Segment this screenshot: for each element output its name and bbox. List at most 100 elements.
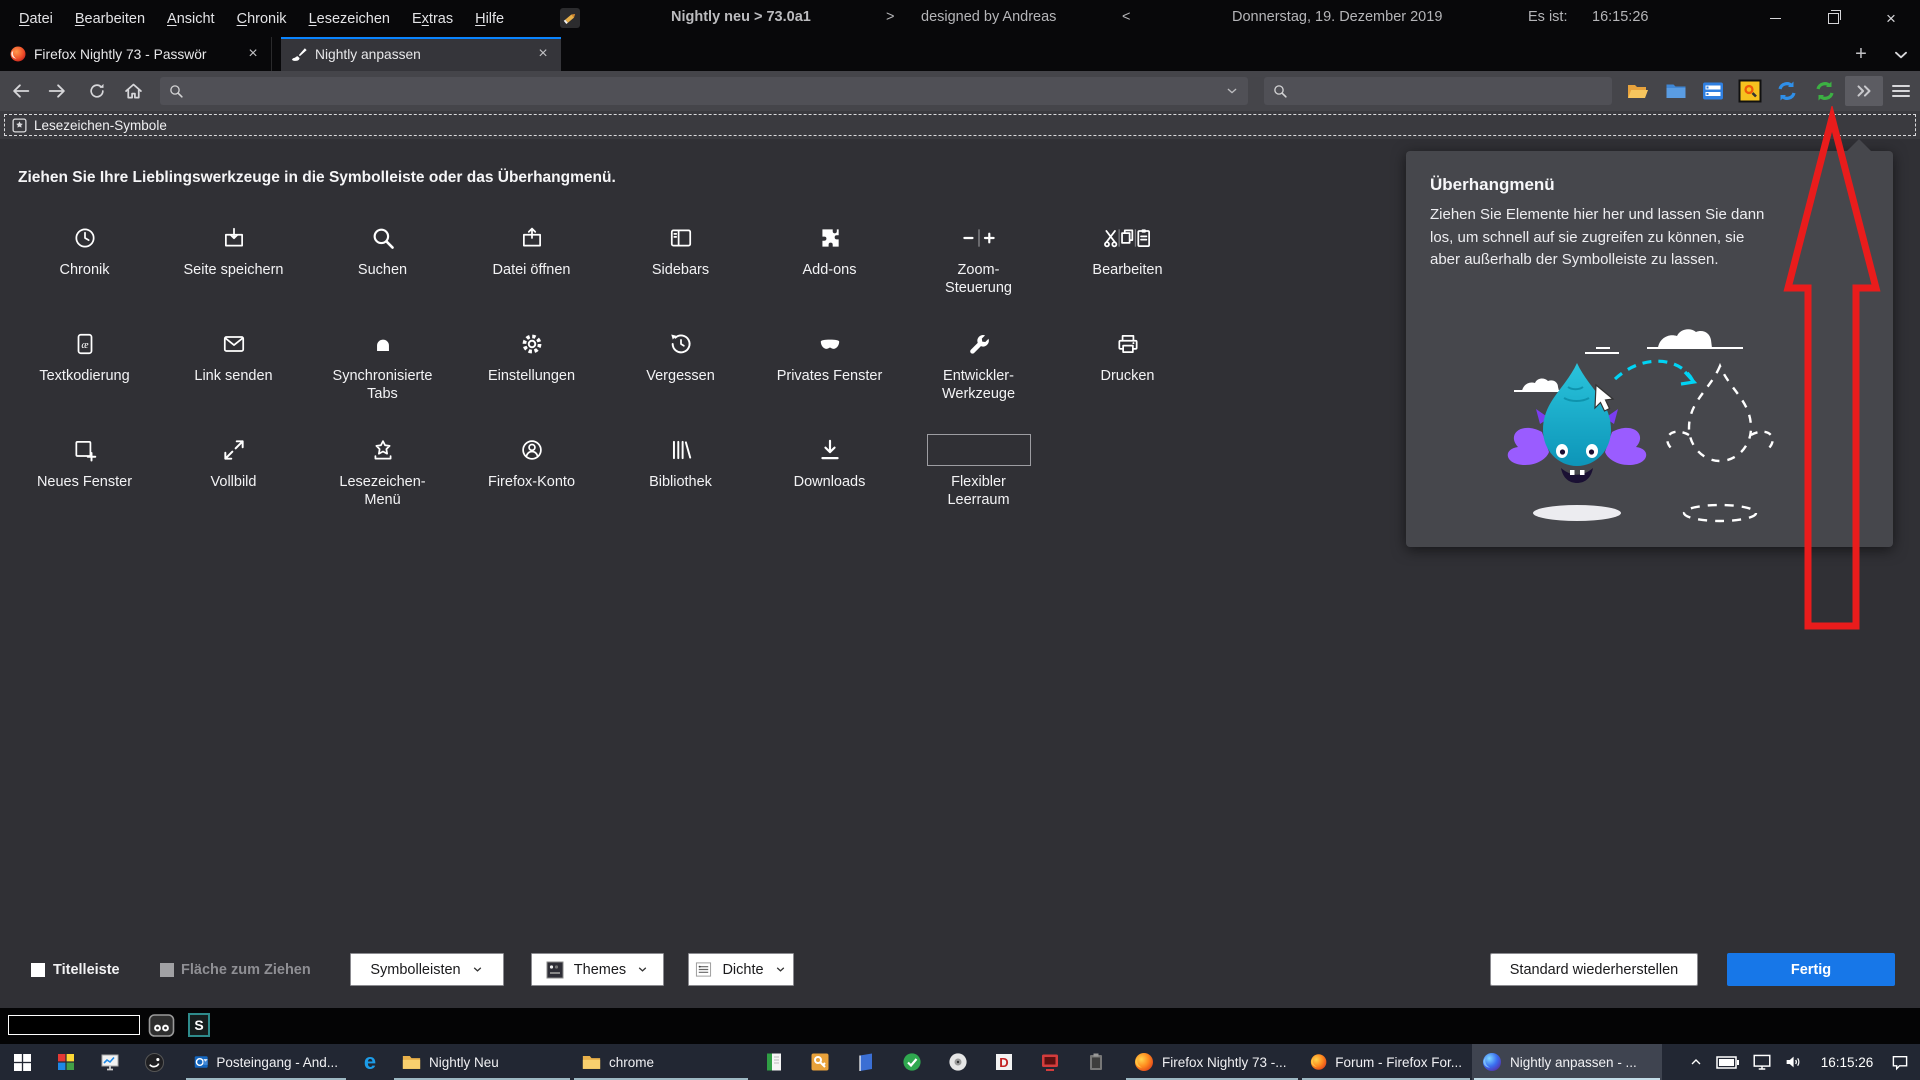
taskbar-item-nightly-anpassen-active[interactable]: Nightly anpassen - ...	[1472, 1044, 1662, 1080]
media-app-button[interactable]	[44, 1044, 88, 1080]
toolbars-dropdown[interactable]: Symbolleisten	[350, 953, 504, 986]
network-display-icon[interactable]	[1752, 1053, 1772, 1071]
menu-chronik[interactable]: Chronik	[228, 8, 296, 30]
tool-add-ons[interactable]: Add-ons	[755, 221, 904, 327]
tool-chronik[interactable]: Chronik	[10, 221, 159, 327]
tab-firefox-nightly[interactable]: Firefox Nightly 73 - Passwör ×	[0, 37, 272, 71]
tool-datei-oeffnen[interactable]: Datei öffnen	[457, 221, 606, 327]
notes-app-icon[interactable]	[764, 1052, 784, 1072]
action-center-icon[interactable]	[1890, 1053, 1910, 1072]
battery-icon[interactable]	[1716, 1053, 1740, 1071]
menu-bearbeiten[interactable]: Bearbeiten	[66, 8, 154, 30]
tool-label: Privates Fenster	[755, 367, 904, 385]
done-button[interactable]: Fertig	[1727, 953, 1895, 986]
tray-clock[interactable]: 16:15:26	[1816, 1055, 1878, 1070]
clipboard-app-icon[interactable]	[1086, 1052, 1106, 1072]
firefox-nightly-icon	[1482, 1052, 1502, 1072]
tool-textkodierung[interactable]: Textkodierung	[10, 327, 159, 433]
tool-synchronisierte-tabs[interactable]: Synchronisierte Tabs	[308, 327, 457, 433]
tool-entwickler-werkzeuge[interactable]: Entwickler- Werkzeuge	[904, 327, 1053, 433]
d-app-icon[interactable]: D	[994, 1052, 1014, 1072]
themes-dropdown[interactable]: Themes	[531, 953, 664, 986]
tool-downloads[interactable]: Downloads	[755, 433, 904, 539]
tool-vergessen[interactable]: Vergessen	[606, 327, 755, 433]
tab-close-icon[interactable]: ×	[533, 44, 553, 64]
new-tab-button[interactable]: +	[1848, 41, 1874, 67]
clock-icon	[72, 225, 98, 251]
speaker-icon[interactable]	[1784, 1053, 1804, 1071]
sync-blue-icon[interactable]	[1775, 79, 1799, 103]
tool-vollbild[interactable]: Vollbild	[159, 433, 308, 539]
menu-ansicht[interactable]: Ansicht	[158, 8, 224, 30]
bookmarks-drop-target[interactable]: Lesezeichen-Symbole	[4, 114, 1916, 136]
minimize-button[interactable]	[1746, 0, 1804, 37]
tool-firefox-konto[interactable]: Firefox-Konto	[457, 433, 606, 539]
blue-folder-icon[interactable]	[1664, 79, 1688, 103]
tab-list-window-icon[interactable]	[1701, 79, 1725, 103]
titlebar-checkbox[interactable]	[31, 963, 45, 977]
home-button[interactable]	[118, 76, 148, 106]
forward-button[interactable]	[42, 76, 72, 106]
tab-customize-active[interactable]: Nightly anpassen ×	[281, 37, 561, 71]
reload-button[interactable]	[82, 76, 112, 106]
tray-chevron-up-icon[interactable]	[1688, 1054, 1704, 1070]
tool-label: Vollbild	[159, 473, 308, 491]
restore-defaults-button[interactable]: Standard wiederherstellen	[1490, 953, 1698, 986]
orange-search-addon-icon[interactable]	[1738, 79, 1762, 103]
tool-neues-fenster[interactable]: Neues Fenster	[10, 433, 159, 539]
pencil-theme-icon	[560, 8, 580, 28]
back-button[interactable]	[6, 76, 36, 106]
overflow-menu-button[interactable]	[1845, 76, 1883, 106]
sync-green-icon[interactable]	[1813, 79, 1837, 103]
tool-privates-fenster[interactable]: Privates Fenster	[755, 327, 904, 433]
taskbar-item-edge[interactable]: e	[348, 1044, 392, 1080]
taskbar-item-firefox-forum[interactable]: Forum - Firefox For...	[1300, 1044, 1472, 1080]
taskbar-item-folder-chrome[interactable]: chrome	[572, 1044, 750, 1080]
open-folder-bookmark-icon[interactable]	[1626, 79, 1650, 103]
tool-grid: ChronikSeite speichernSuchenDatei öffnen…	[10, 221, 1204, 539]
red-terminal-icon[interactable]	[1040, 1052, 1060, 1072]
url-bar[interactable]	[160, 77, 1248, 105]
photos-app-button[interactable]	[132, 1044, 176, 1080]
tool-label: Link senden	[159, 367, 308, 385]
restore-button[interactable]	[1804, 0, 1862, 37]
disc-icon[interactable]	[948, 1052, 968, 1072]
urlbar-dropdown-chevron-icon[interactable]	[1224, 83, 1240, 99]
tool-suchen[interactable]: Suchen	[308, 221, 457, 327]
taskbar-item-folder-nightly-neu[interactable]: Nightly Neu	[392, 1044, 572, 1080]
tool-link-senden[interactable]: Link senden	[159, 327, 308, 433]
menu-extras[interactable]: Extras	[403, 8, 462, 30]
goggles-icon[interactable]	[148, 1012, 175, 1039]
taskbar-item-firefox-nightly-73[interactable]: Firefox Nightly 73 -...	[1124, 1044, 1300, 1080]
keepass-key-icon[interactable]	[810, 1052, 830, 1072]
tool-bibliothek[interactable]: Bibliothek	[606, 433, 755, 539]
tool-einstellungen[interactable]: Einstellungen	[457, 327, 606, 433]
tool-zoom-steuerung[interactable]: Zoom- Steuerung	[904, 221, 1053, 327]
close-button[interactable]: ×	[1862, 0, 1920, 37]
search-bar[interactable]	[1264, 77, 1612, 105]
dragspace-checkbox[interactable]	[160, 963, 174, 977]
blue-book-icon[interactable]	[856, 1052, 876, 1072]
tool-bearbeiten[interactable]: Bearbeiten	[1053, 221, 1202, 327]
tool-sidebars[interactable]: Sidebars	[606, 221, 755, 327]
tool-lesezeichen-menue[interactable]: Lesezeichen- Menü	[308, 433, 457, 539]
account-icon	[519, 437, 545, 463]
menu-lesezeichen[interactable]: Lesezeichen	[300, 8, 399, 30]
start-button[interactable]	[0, 1044, 44, 1080]
address-toolbar-input[interactable]	[8, 1015, 140, 1035]
hamburger-menu-icon[interactable]	[1888, 79, 1914, 103]
green-check-icon[interactable]	[902, 1052, 922, 1072]
taskbar-item-outlook[interactable]: Posteingang - And...	[184, 1044, 348, 1080]
sharepoint-s-icon[interactable]: S	[188, 1013, 210, 1037]
tab-close-icon[interactable]: ×	[243, 44, 263, 64]
tool-seite-speichern[interactable]: Seite speichern	[159, 221, 308, 327]
all-tabs-chevron-icon[interactable]	[1890, 44, 1912, 66]
menu-datei[interactable]: Datei	[10, 8, 62, 30]
tool-label: Lesezeichen- Menü	[308, 473, 457, 509]
home-icon	[123, 81, 144, 102]
tool-drucken[interactable]: Drucken	[1053, 327, 1202, 433]
monitor-app-button[interactable]	[88, 1044, 132, 1080]
tool-flexibler-leerraum[interactable]: Flexibler Leerraum	[904, 433, 1053, 539]
density-dropdown[interactable]: Dichte	[688, 953, 794, 986]
menu-hilfe[interactable]: Hilfe	[466, 8, 513, 30]
